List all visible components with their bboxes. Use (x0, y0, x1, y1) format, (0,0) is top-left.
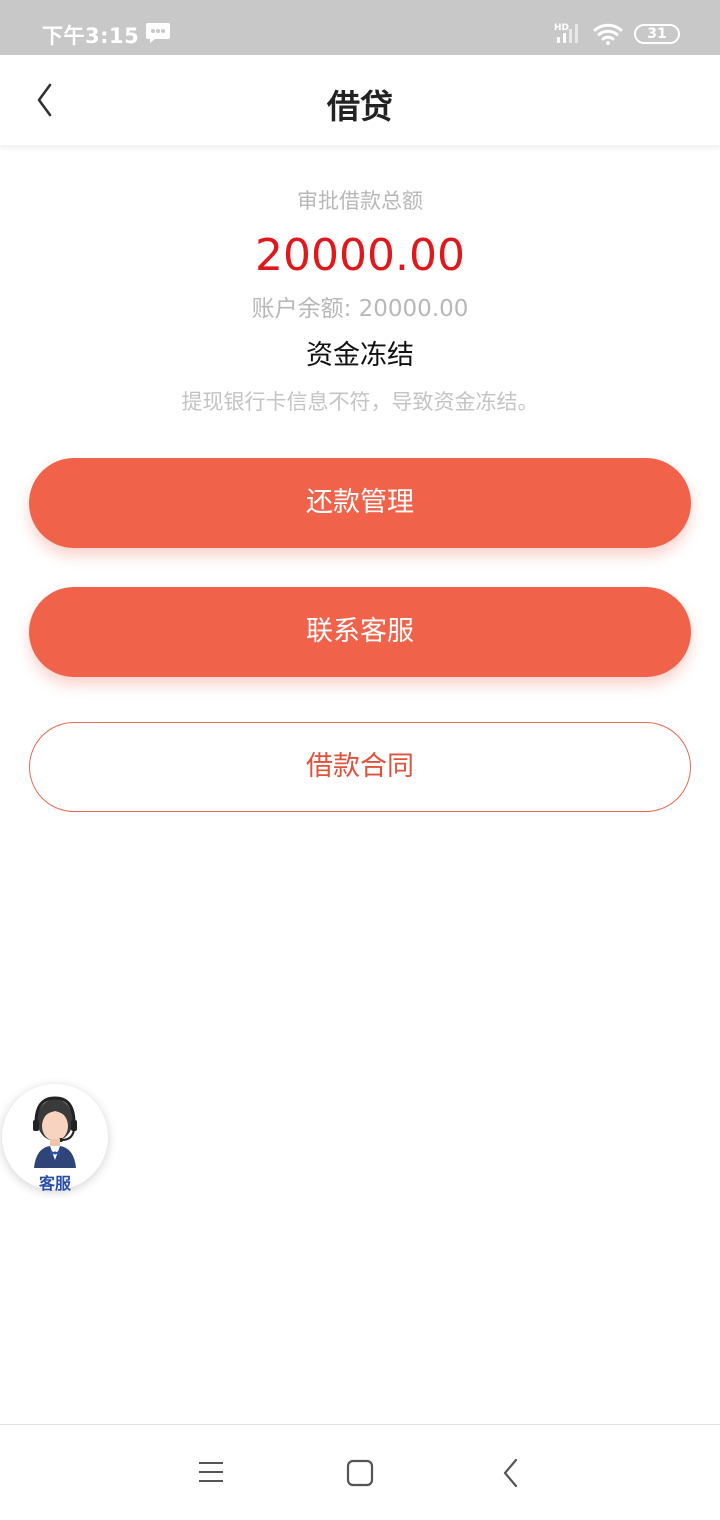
screen: 下午3:15 HD 31 借贷 审批借款总额 20000.00 账户余额: 20… (0, 0, 720, 1520)
floating-customer-service-button[interactable]: 客服 (2, 1084, 108, 1193)
back-icon[interactable] (500, 1458, 522, 1492)
loan-summary: 审批借款总额 20000.00 账户余额: 20000.00 资金冻结 提现银行… (0, 186, 720, 418)
network-label: HD (554, 23, 569, 33)
approved-amount-value: 20000.00 (255, 230, 465, 281)
repayment-management-button[interactable]: 还款管理 (29, 458, 691, 548)
status-time: 下午3:15 (42, 24, 140, 48)
battery-indicator: 31 (634, 24, 680, 44)
customer-service-label: 客服 (38, 1174, 71, 1193)
status-reason: 提现银行卡信息不符，导致资金冻结。 (181, 390, 539, 414)
signal-icon: HD (553, 21, 585, 49)
status-bar: 下午3:15 HD 31 (0, 0, 720, 55)
wifi-icon (593, 22, 625, 50)
funds-status: 资金冻结 (306, 340, 414, 371)
loan-contract-button[interactable]: 借款合同 (29, 722, 691, 812)
app-header: 借贷 (0, 55, 720, 145)
approved-amount-label: 审批借款总额 (297, 189, 423, 213)
menu-icon[interactable] (199, 1461, 223, 1487)
page-title: 借贷 (327, 87, 393, 126)
account-balance: 账户余额: 20000.00 (251, 296, 469, 322)
home-icon[interactable] (346, 1459, 374, 1491)
customer-service-avatar-icon (28, 1090, 82, 1174)
contact-service-button[interactable]: 联系客服 (29, 587, 691, 677)
system-nav-bar (0, 1424, 720, 1520)
message-icon (145, 22, 171, 48)
